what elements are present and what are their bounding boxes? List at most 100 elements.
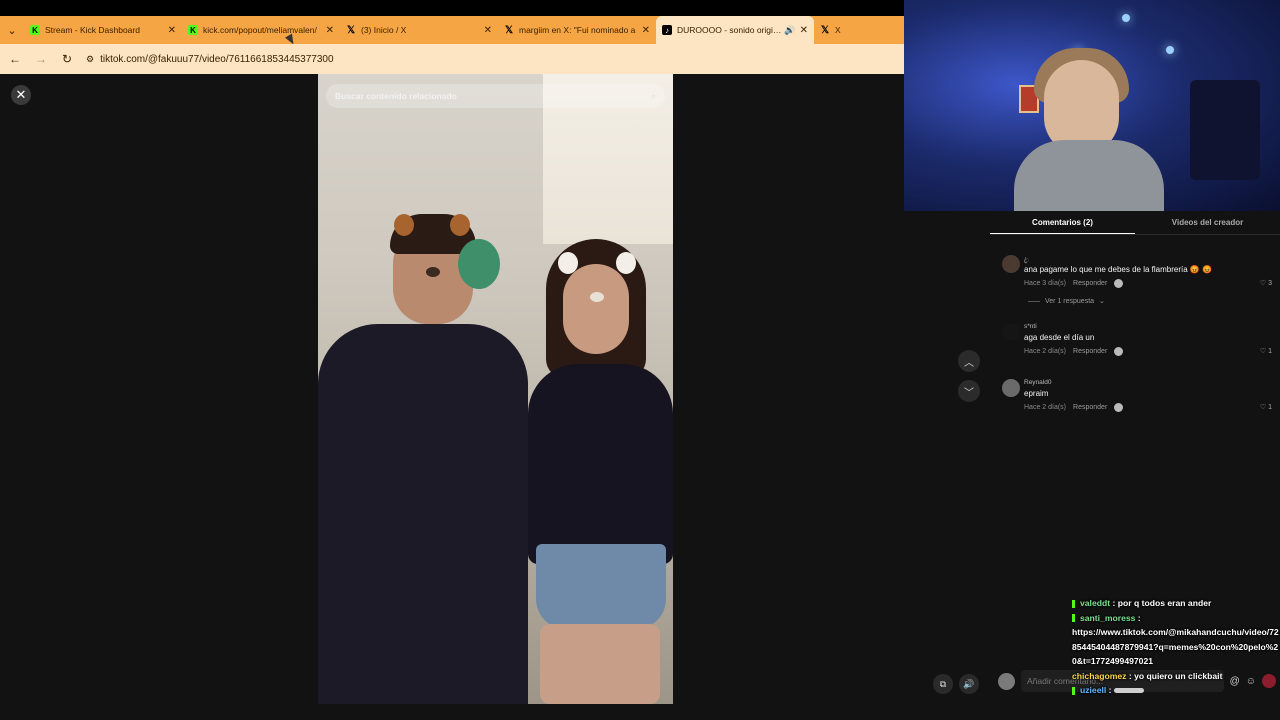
dog-nose-filter <box>426 267 440 277</box>
like-button[interactable]: ♡ 1 <box>1260 347 1272 355</box>
close-tab-icon[interactable]: ✕ <box>800 25 808 36</box>
tab-strip: ⌄ K Stream - Kick Dashboard ✕ K kick.com… <box>0 16 904 47</box>
reply-button[interactable]: Responder <box>1073 348 1107 355</box>
comment-text: ana pagame lo que me debes de la flambre… <box>1024 265 1213 274</box>
like-button[interactable]: ♡ 1 <box>1260 403 1272 411</box>
next-video-chevron-down-icon[interactable]: ﹀ <box>958 380 980 402</box>
dog-ear-filter <box>450 214 470 236</box>
comment-text: epraim <box>1024 389 1049 398</box>
tab-tiktok-active[interactable]: ♪ DUROOOO - sonido origina 🔊 ✕ <box>656 16 814 44</box>
background-shelf <box>1190 80 1260 180</box>
tab-title: X <box>835 25 841 35</box>
close-tab-icon[interactable]: ✕ <box>168 25 176 36</box>
dog-ear-filter <box>394 214 414 236</box>
video-player[interactable]: Buscar contenido relacionado ⌕ <box>318 74 673 704</box>
tab-search-chevron-icon[interactable]: ⌄ <box>0 16 24 44</box>
tab-title: (3) Inicio / X <box>361 25 407 35</box>
close-tab-icon[interactable]: ✕ <box>326 25 334 36</box>
speaker-icon[interactable]: 🔊 <box>784 25 795 36</box>
view-replies-label: Ver 1 respuesta <box>1045 297 1095 305</box>
tab-comments[interactable]: Comentarios (2) <box>990 211 1135 234</box>
site-settings-icon[interactable]: ⚙ <box>86 54 94 65</box>
like-count: 3 <box>1268 280 1272 287</box>
dog-ear-filter <box>616 252 636 274</box>
address-bar: ← → ↻ ⚙ tiktok.com/@fakuuu77/video/76116… <box>0 44 904 74</box>
reply-button[interactable]: Responder <box>1073 404 1107 411</box>
comment-meta: Hace 2 día(s) Responder <box>1024 347 1124 356</box>
video-figure <box>536 544 666 629</box>
creator-liked-avatar <box>1114 403 1124 412</box>
comment-text: aga desde el día un <box>1024 333 1095 342</box>
avatar[interactable] <box>1002 379 1020 397</box>
tab-x-inicio[interactable]: 𝕏 (3) Inicio / X ✕ <box>340 16 498 44</box>
reload-icon[interactable]: ↻ <box>60 52 74 66</box>
close-icon[interactable]: ✕ <box>11 85 31 105</box>
tab-x-margiim[interactable]: 𝕏 margiim en X: "Fui nominado a ✕ <box>498 16 656 44</box>
like-button[interactable]: ♡ 3 <box>1260 279 1272 287</box>
related-search-bar[interactable]: Buscar contenido relacionado ⌕ <box>326 84 665 108</box>
ceiling-light <box>1122 14 1130 22</box>
avatar[interactable] <box>1002 255 1020 273</box>
x-icon: 𝕏 <box>504 24 514 36</box>
floating-player-icon[interactable]: ⧉ <box>933 674 953 694</box>
url-text: tiktok.com/@fakuuu77/video/7611661853445… <box>100 53 334 65</box>
tiktok-icon: ♪ <box>662 25 672 35</box>
back-arrow-icon[interactable]: ← <box>8 52 22 66</box>
comment-username[interactable]: s*nti <box>1024 323 1037 330</box>
avatar[interactable] <box>1002 323 1020 341</box>
ceiling-light <box>1166 46 1174 54</box>
comment-time: Hace 2 día(s) <box>1024 348 1067 355</box>
chat-username: valeddt <box>1080 598 1111 608</box>
tab-creator-videos[interactable]: Videos del creador <box>1135 211 1280 234</box>
chat-message: santi_moress : https://www.tiktok.com/@m… <box>1072 612 1279 666</box>
chat-message: uzieell : <box>1072 683 1280 698</box>
chat-badge-icon <box>1072 686 1075 695</box>
tiktok-viewer: ✕ Buscar contenido relacionado ⌕ ︿ ﹀ ⧉ 🔊 <box>0 74 990 720</box>
comment-username[interactable]: Reynald0 <box>1024 379 1051 386</box>
volume-icon[interactable]: 🔊 <box>959 674 979 694</box>
previous-video-chevron-up-icon[interactable]: ︿ <box>958 350 980 372</box>
kick-icon: K <box>188 25 198 35</box>
tab-kick-dashboard[interactable]: K Stream - Kick Dashboard ✕ <box>24 16 182 44</box>
creator-liked-avatar <box>1114 279 1124 288</box>
chat-badge-icon <box>1072 599 1075 608</box>
search-icon[interactable]: ⌕ <box>651 91 656 102</box>
chat-badge-icon <box>1072 614 1075 623</box>
reply-button[interactable]: Responder <box>1073 280 1107 287</box>
chat-message: chichagomez : yo quiero un clickbait <box>1072 670 1223 681</box>
close-tab-icon[interactable]: ✕ <box>484 25 492 36</box>
video-controls: ⧉ 🔊 <box>933 674 979 694</box>
like-count: 1 <box>1268 404 1272 411</box>
tab-title: Stream - Kick Dashboard <box>45 25 140 35</box>
video-figure <box>540 624 660 704</box>
tab-title: DUROOOO - sonido origina <box>677 25 782 35</box>
comments-tabs: Comentarios (2) Videos del creador <box>990 211 1280 235</box>
x-icon: 𝕏 <box>346 24 356 36</box>
chat-text: https://www.tiktok.com/@mikahandcuchu/vi… <box>1072 627 1279 666</box>
video-figure <box>528 364 673 564</box>
chat-text: por q todos eran ander <box>1117 598 1212 608</box>
chat-username: santi_moress <box>1080 612 1136 623</box>
comment-meta: Hace 3 día(s) Responder <box>1024 279 1124 288</box>
streamer-webcam <box>904 0 1280 211</box>
replies-divider <box>1028 300 1040 302</box>
chevron-down-icon: ⌄ <box>1099 298 1105 305</box>
kick-icon: K <box>30 25 40 35</box>
chat-message: valeddt : por q todos eran ander <box>1072 596 1280 611</box>
tab-x[interactable]: 𝕏 X <box>814 16 884 44</box>
chat-username: uzieell <box>1080 685 1107 695</box>
close-tab-icon[interactable]: ✕ <box>642 25 650 36</box>
url-field[interactable]: ⚙ tiktok.com/@fakuuu77/video/76116618534… <box>86 54 334 65</box>
avatar <box>998 672 1015 690</box>
tab-kick-popout[interactable]: K kick.com/popout/meliamvalen/ ✕ <box>182 16 340 44</box>
video-figure <box>318 324 528 704</box>
view-replies-button[interactable]: Ver 1 respuesta ⌄ <box>1028 297 1105 305</box>
x-icon: 𝕏 <box>820 24 830 36</box>
creator-liked-avatar <box>1114 347 1124 356</box>
tab-title: kick.com/popout/meliamvalen/ <box>203 25 317 35</box>
comment-time: Hace 2 día(s) <box>1024 404 1067 411</box>
like-count: 1 <box>1268 348 1272 355</box>
dog-ear-filter <box>558 252 578 274</box>
forward-arrow-icon[interactable]: → <box>34 52 48 66</box>
tab-title: margiim en X: "Fui nominado a <box>519 25 636 35</box>
